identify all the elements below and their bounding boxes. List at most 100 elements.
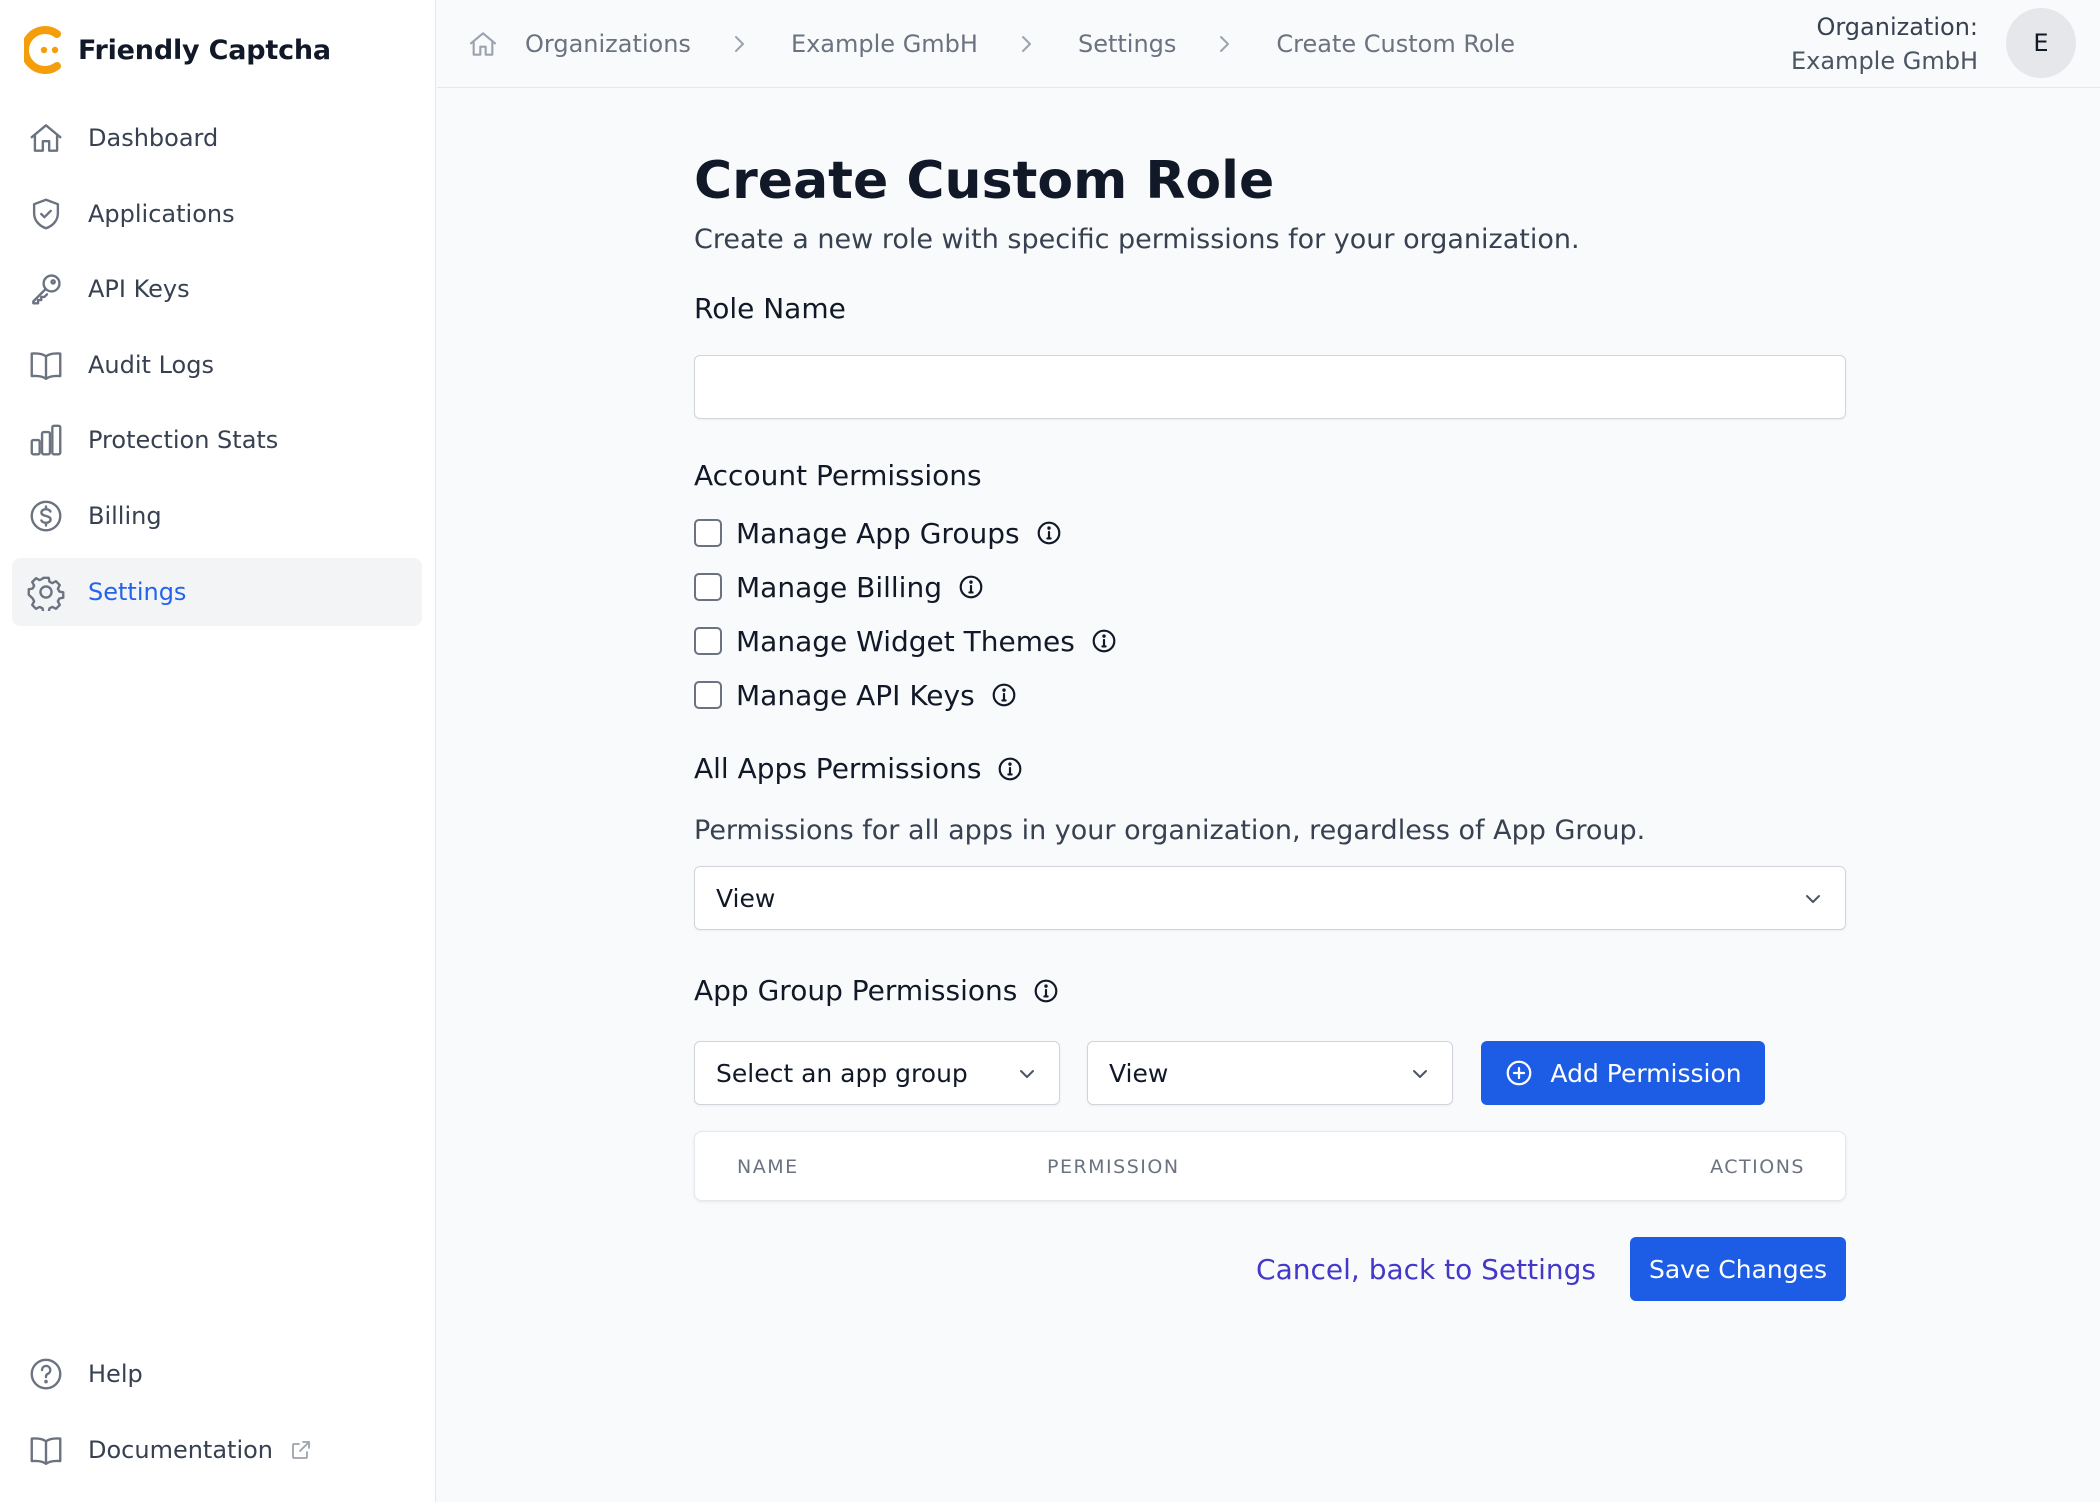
account-permissions-heading: Account Permissions: [694, 459, 1846, 492]
checkbox[interactable]: [694, 573, 722, 601]
account-permissions-label: Account Permissions: [694, 459, 982, 492]
cancel-link[interactable]: Cancel, back to Settings: [1256, 1253, 1596, 1286]
chevron-right-icon: [1014, 32, 1038, 56]
sidebar-item-help[interactable]: Help: [12, 1340, 422, 1408]
role-name-label-text: Role Name: [694, 292, 846, 325]
app-group-permissions-table: NAME PERMISSION ACTIONS: [694, 1131, 1846, 1201]
breadcrumb-settings[interactable]: Settings: [1078, 30, 1176, 58]
chevron-right-icon: [1212, 32, 1236, 56]
sidebar-item-protection-stats[interactable]: Protection Stats: [12, 406, 422, 474]
select-value: View: [1109, 1058, 1169, 1088]
breadcrumb-organizations[interactable]: Organizations: [525, 30, 691, 58]
key-icon: [26, 269, 66, 309]
chevron-down-icon: [1801, 887, 1825, 911]
sidebar: Friendly Captcha Dashboard Applications …: [0, 0, 436, 1502]
avatar[interactable]: E: [2006, 8, 2076, 78]
sidebar-item-api-keys[interactable]: API Keys: [12, 255, 422, 323]
info-icon[interactable]: [1033, 978, 1059, 1004]
app-group-permissions-heading: App Group Permissions: [694, 974, 1846, 1007]
book-open-icon: [26, 1430, 66, 1470]
main-content: Create Custom Role Create a new role wit…: [694, 140, 1846, 1301]
friendly-captcha-logo-icon: [24, 25, 70, 75]
all-apps-permission-select[interactable]: View: [694, 866, 1846, 930]
sidebar-item-label: Help: [88, 1360, 143, 1388]
select-value: Select an app group: [716, 1058, 968, 1088]
all-apps-permissions-description: Permissions for all apps in your organiz…: [694, 815, 1646, 846]
sidebar-item-label: Dashboard: [88, 124, 219, 152]
select-value: View: [716, 883, 776, 913]
main-nav: Dashboard Applications API Keys Audit Lo…: [12, 104, 422, 633]
page-title: Create Custom Role: [694, 151, 1275, 211]
breadcrumb-organization[interactable]: Example GmbH: [791, 30, 978, 58]
gear-icon: [26, 572, 66, 612]
chevron-right-icon: [727, 32, 751, 56]
sidebar-item-dashboard[interactable]: Dashboard: [12, 104, 422, 172]
checkbox[interactable]: [694, 681, 722, 709]
sidebar-item-billing[interactable]: Billing: [12, 482, 422, 550]
info-icon[interactable]: [991, 682, 1017, 708]
checkbox-label[interactable]: Manage Billing: [736, 571, 942, 604]
page-subtitle: Create a new role with specific permissi…: [694, 224, 1580, 255]
permission-manage-billing: Manage Billing: [694, 560, 1846, 614]
sidebar-item-applications[interactable]: Applications: [12, 180, 422, 248]
permission-manage-widget-themes: Manage Widget Themes: [694, 614, 1846, 668]
top-bar: Organizations Example GmbH Settings Crea…: [437, 0, 2100, 88]
sidebar-item-settings[interactable]: Settings: [12, 557, 422, 626]
sidebar-item-label: Documentation: [88, 1435, 274, 1464]
shield-check-icon: [26, 194, 66, 234]
sidebar-item-label: Applications: [88, 199, 235, 228]
all-apps-permissions-heading: All Apps Permissions: [694, 752, 1846, 785]
chevron-down-icon: [1408, 1062, 1432, 1086]
chevron-down-icon: [1015, 1062, 1039, 1086]
sidebar-item-audit-logs[interactable]: Audit Logs: [12, 331, 422, 399]
app-group-permissions-label: App Group Permissions: [694, 974, 1018, 1007]
sidebar-item-label: API Keys: [88, 275, 190, 304]
add-permission-button[interactable]: Add Permission: [1481, 1041, 1765, 1105]
info-icon[interactable]: [997, 756, 1023, 782]
breadcrumb-current-page: Create Custom Role: [1276, 30, 1516, 58]
secondary-nav: Help Documentation: [12, 1340, 422, 1491]
all-apps-permissions-label: All Apps Permissions: [694, 752, 982, 785]
app-group-permission-select[interactable]: View: [1087, 1041, 1453, 1105]
dollar-circle-icon: [26, 496, 66, 536]
home-icon[interactable]: [467, 27, 501, 61]
form-actions: Cancel, back to Settings Save Changes: [694, 1237, 1846, 1301]
info-icon[interactable]: [1036, 520, 1062, 546]
checkbox-label[interactable]: Manage Widget Themes: [736, 625, 1075, 658]
info-icon[interactable]: [1091, 628, 1117, 654]
save-changes-button[interactable]: Save Changes: [1630, 1237, 1846, 1301]
role-name-input[interactable]: [694, 355, 1846, 419]
organization-info: Organization: Example GmbH: [1791, 10, 1978, 78]
sidebar-item-label: Audit Logs: [88, 350, 214, 379]
breadcrumb: Organizations Example GmbH Settings Crea…: [467, 22, 1515, 66]
book-open-icon: [26, 345, 66, 385]
table-header-actions: ACTIONS: [1710, 1156, 1805, 1178]
checkbox[interactable]: [694, 627, 722, 655]
permission-manage-api-keys: Manage API Keys: [694, 668, 1846, 722]
app-group-select[interactable]: Select an app group: [694, 1041, 1060, 1105]
sidebar-item-label: Protection Stats: [88, 426, 279, 455]
add-app-group-permission-row: Select an app group View Add Permission: [694, 1041, 1846, 1105]
add-permission-label: Add Permission: [1550, 1058, 1742, 1088]
bar-chart-icon: [26, 420, 66, 460]
home-icon: [26, 118, 66, 158]
sidebar-item-label: Settings: [88, 577, 187, 606]
external-link-icon: [289, 1438, 313, 1462]
sidebar-item-documentation[interactable]: Documentation: [12, 1416, 422, 1484]
organization-name: Example GmbH: [1790, 47, 1978, 75]
checkbox[interactable]: [694, 519, 722, 547]
sidebar-item-label: Billing: [88, 501, 162, 530]
organization-label: Organization:: [1816, 13, 1978, 41]
table-header-permission: PERMISSION: [1047, 1156, 1180, 1178]
permission-manage-app-groups: Manage App Groups: [694, 506, 1846, 560]
question-circle-icon: [26, 1354, 66, 1394]
app-logo[interactable]: Friendly Captcha: [24, 22, 331, 78]
role-name-label: Role Name: [694, 292, 1846, 325]
plus-circle-icon: [1504, 1058, 1534, 1088]
account-permissions-list: Manage App Groups Manage Billing Manage …: [694, 506, 1846, 722]
app-name: Friendly Captcha: [78, 34, 331, 66]
table-header-name: NAME: [737, 1156, 799, 1178]
checkbox-label[interactable]: Manage API Keys: [736, 679, 975, 712]
checkbox-label[interactable]: Manage App Groups: [736, 517, 1020, 550]
info-icon[interactable]: [958, 574, 984, 600]
